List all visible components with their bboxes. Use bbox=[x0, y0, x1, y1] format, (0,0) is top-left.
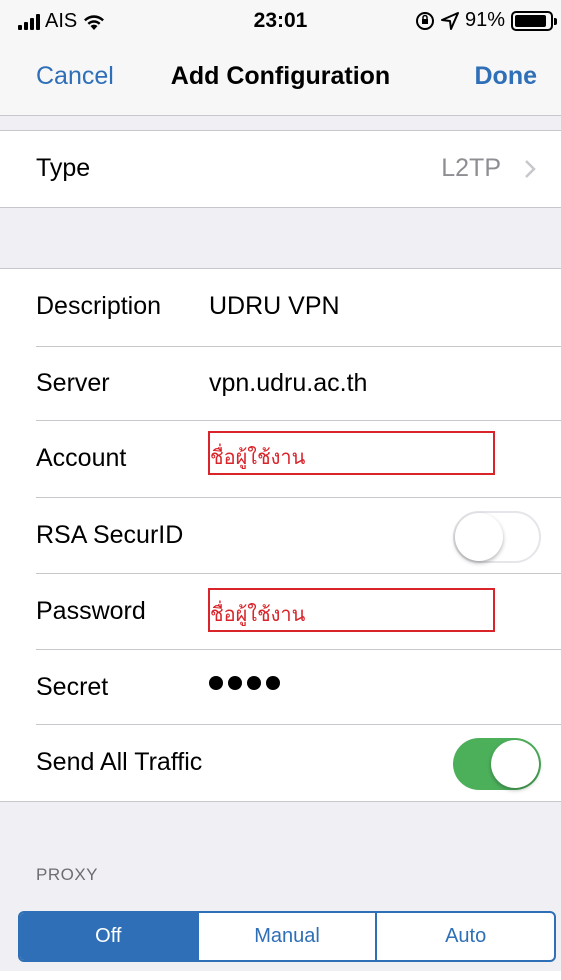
server-label: Server bbox=[36, 369, 110, 397]
account-annotation: ชื่อผู้ใช้งาน bbox=[210, 445, 306, 469]
secret-dot bbox=[228, 676, 242, 690]
type-label: Type bbox=[36, 154, 91, 182]
rotation-lock-icon bbox=[415, 11, 434, 30]
type-group: Type L2TP bbox=[0, 131, 561, 207]
battery-fill bbox=[515, 14, 546, 27]
chevron-right-icon bbox=[525, 160, 536, 178]
proxy-segmented-control: Off Manual Auto bbox=[18, 911, 556, 962]
account-row[interactable]: Account ชื่อผู้ใช้งาน bbox=[0, 421, 561, 498]
password-label: Password bbox=[36, 597, 146, 625]
description-label: Description bbox=[36, 292, 162, 320]
rsa-securid-label: RSA SecurID bbox=[36, 521, 184, 549]
secret-label: Secret bbox=[36, 673, 109, 701]
status-bar: AIS 23:01 91% bbox=[0, 0, 561, 40]
proxy-option-manual[interactable]: Manual bbox=[196, 913, 376, 960]
send-all-traffic-label: Send All Traffic bbox=[36, 748, 203, 776]
secret-dot bbox=[247, 676, 261, 690]
battery-icon bbox=[511, 10, 557, 31]
rsa-securid-toggle[interactable] bbox=[453, 511, 541, 563]
proxy-option-auto[interactable]: Auto bbox=[375, 913, 554, 960]
battery-percent: 91% bbox=[464, 9, 505, 31]
server-field[interactable]: vpn.udru.ac.th bbox=[209, 369, 367, 398]
type-value: L2TP bbox=[441, 154, 501, 182]
secret-dot bbox=[266, 676, 280, 690]
description-field[interactable]: UDRU VPN bbox=[209, 292, 340, 321]
secret-field[interactable] bbox=[209, 676, 280, 690]
type-row[interactable]: Type L2TP bbox=[0, 131, 561, 208]
description-row[interactable]: Description UDRU VPN bbox=[0, 269, 561, 346]
location-icon bbox=[440, 11, 459, 30]
rsa-securid-row: RSA SecurID bbox=[0, 498, 561, 575]
done-button[interactable]: Done bbox=[475, 62, 538, 91]
account-label: Account bbox=[36, 444, 127, 472]
password-row[interactable]: Password ชื่อผู้ใช้งาน bbox=[0, 574, 561, 651]
divider bbox=[0, 801, 561, 802]
send-all-traffic-toggle[interactable] bbox=[453, 738, 541, 790]
cancel-button[interactable]: Cancel bbox=[36, 62, 114, 91]
send-all-traffic-row: Send All Traffic bbox=[0, 725, 561, 802]
server-row[interactable]: Server vpn.udru.ac.th bbox=[0, 346, 561, 423]
account-field[interactable]: ชื่อผู้ใช้งาน bbox=[208, 431, 495, 475]
nav-bar: Add Configuration Cancel Done bbox=[0, 40, 561, 115]
secret-dot bbox=[209, 676, 223, 690]
toggle-knob bbox=[455, 513, 503, 561]
divider bbox=[0, 207, 561, 208]
proxy-group-background bbox=[0, 971, 561, 980]
vpn-fields-group: Description UDRU VPN Server vpn.udru.ac.… bbox=[0, 269, 561, 801]
nav-divider bbox=[0, 115, 561, 116]
proxy-option-off[interactable]: Off bbox=[20, 913, 197, 960]
proxy-section-header: PROXY bbox=[36, 865, 99, 884]
password-field[interactable]: ชื่อผู้ใช้งาน bbox=[208, 588, 495, 632]
status-right: 91% bbox=[415, 9, 557, 32]
toggle-knob bbox=[491, 740, 539, 788]
password-annotation: ชื่อผู้ใช้งาน bbox=[210, 602, 306, 626]
secret-row[interactable]: Secret bbox=[0, 650, 561, 727]
